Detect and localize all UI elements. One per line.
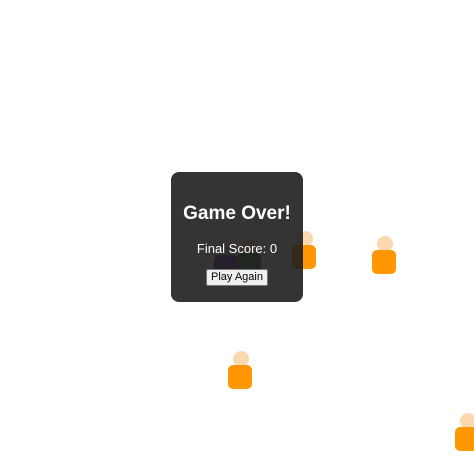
game-over-title: Game Over! <box>183 203 291 224</box>
final-score-text: Final Score: 0 <box>196 241 278 256</box>
character-body <box>455 427 474 451</box>
game-over-panel: Game Over! Final Score: 0 Play Again <box>171 172 303 302</box>
character-body <box>228 365 252 389</box>
game-field[interactable]: Game Over! Final Score: 0 Play Again <box>0 0 474 474</box>
character-body <box>372 250 396 274</box>
play-again-button[interactable]: Play Again <box>206 269 268 286</box>
orange-character-sprite[interactable] <box>228 351 254 391</box>
orange-character-sprite[interactable] <box>372 236 398 276</box>
orange-character-sprite[interactable] <box>455 413 474 453</box>
